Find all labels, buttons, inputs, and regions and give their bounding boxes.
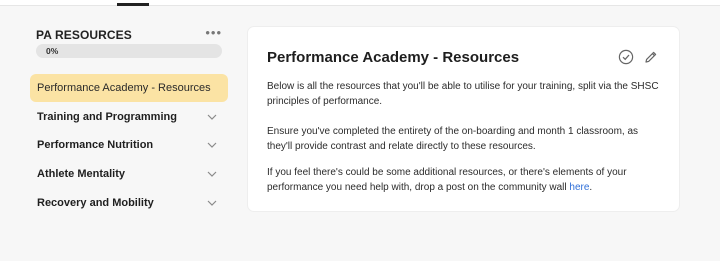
sidebar-item-label: Performance Academy - Resources — [37, 82, 211, 94]
community-paragraph: If you feel there's could be some additi… — [267, 165, 662, 195]
chevron-down-icon[interactable] — [206, 139, 218, 151]
sidebar-item-label: Performance Nutrition — [37, 139, 154, 151]
top-nav-strip — [0, 0, 720, 6]
chevron-down-icon[interactable] — [206, 197, 218, 209]
sidebar-item-performance-nutrition[interactable]: Performance Nutrition — [30, 131, 228, 159]
sidebar-item-athlete-mentality[interactable]: Athlete Mentality — [30, 160, 228, 188]
chevron-down-icon[interactable] — [206, 168, 218, 180]
sidebar-item-label: Athlete Mentality — [37, 168, 126, 180]
check-circle-icon[interactable] — [618, 49, 634, 65]
sidebar-item-recovery-and-mobility[interactable]: Recovery and Mobility — [30, 189, 228, 217]
sidebar-item-performance-academy-resources[interactable]: Performance Academy - Resources — [30, 74, 228, 102]
pencil-icon[interactable] — [643, 49, 659, 65]
sidebar-item-label: Training and Programming — [37, 111, 177, 123]
sidebar-item-training-and-programming[interactable]: Training and Programming — [30, 103, 228, 131]
community-wall-link[interactable]: here — [569, 182, 589, 193]
progress-label: 0% — [46, 46, 59, 56]
page-title: Performance Academy - Resources — [267, 49, 520, 66]
intro-paragraph: Below is all the resources that you'll b… — [267, 81, 659, 107]
content-card: Performance Academy - Resources Below is… — [247, 26, 680, 212]
more-dots-icon[interactable]: ••• — [205, 25, 222, 40]
chevron-down-icon[interactable] — [206, 111, 218, 123]
onboarding-paragraph: Ensure you've completed the entirety of … — [267, 126, 639, 152]
trailing-period: . — [589, 182, 593, 193]
sidebar-item-label: Recovery and Mobility — [37, 197, 154, 209]
sidebar-title: PA RESOURCES — [36, 28, 132, 42]
sidebar: PA RESOURCES ••• 0% Performance Academy … — [30, 24, 228, 209]
sidebar-header: PA RESOURCES ••• — [30, 24, 228, 44]
progress-bar: 0% — [36, 44, 222, 58]
active-tab-indicator — [117, 3, 149, 6]
